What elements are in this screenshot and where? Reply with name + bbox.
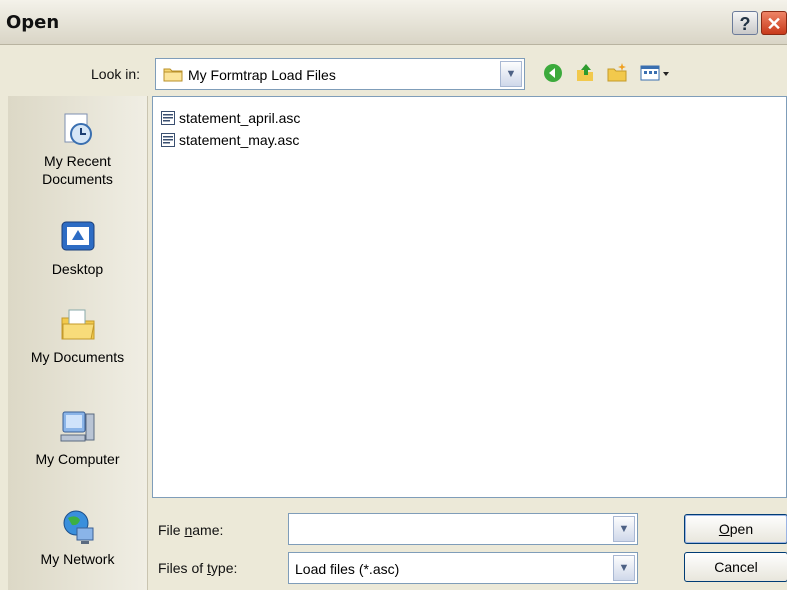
up-folder-icon[interactable] [572, 62, 598, 86]
view-menu-icon[interactable] [638, 62, 674, 86]
desktop-icon [61, 221, 94, 251]
place-my-network[interactable]: My Network [8, 508, 147, 568]
place-my-computer[interactable]: My Computer [8, 408, 147, 468]
file-name: statement_may.asc [179, 132, 300, 148]
file-list[interactable]: statement_april.asc statement_may.asc [152, 96, 787, 498]
places-bar: My Recent Documents Desktop My Documents [8, 96, 148, 590]
place-my-recent-documents[interactable]: My Recent Documents [8, 110, 147, 188]
open-button[interactable]: Open [684, 514, 787, 544]
window-title: Open [6, 12, 60, 33]
back-icon[interactable] [540, 62, 566, 86]
folder-icon [163, 68, 183, 82]
place-label: My Computer [35, 451, 120, 467]
file-type-value: Load files (*.asc) [295, 561, 400, 577]
open-dialog: Open ? ✕ Look in: My Formtrap Load Files… [0, 0, 787, 590]
chevron-down-icon[interactable]: ▼ [500, 61, 522, 87]
file-type-dropdown[interactable]: Load files (*.asc) ▼ [288, 552, 638, 584]
new-folder-icon[interactable] [604, 62, 630, 86]
file-name-label: File name: [158, 522, 224, 538]
file-name: statement_april.asc [179, 110, 301, 126]
my-network-icon [63, 510, 93, 544]
help-icon: ? [739, 14, 751, 34]
recent-documents-icon [64, 113, 92, 145]
my-documents-icon [61, 309, 95, 340]
place-my-documents[interactable]: My Documents [8, 306, 147, 366]
place-label: My Documents [30, 349, 125, 365]
file-name-input[interactable]: ▼ [288, 513, 638, 545]
help-button[interactable]: ? [732, 11, 758, 35]
my-computer-icon [60, 411, 94, 442]
file-type-label: Files of type: [158, 560, 238, 576]
place-label: My Network [40, 551, 115, 567]
place-label: My Recent Documents [42, 153, 113, 187]
look-in-dropdown[interactable]: My Formtrap Load Files ▼ [155, 58, 525, 90]
chevron-down-icon[interactable]: ▼ [613, 555, 635, 581]
file-item[interactable]: statement_april.asc [161, 110, 300, 128]
look-in-label: Look in: [91, 66, 141, 82]
look-in-value: My Formtrap Load Files [188, 67, 336, 83]
cancel-button[interactable]: Cancel [684, 552, 787, 582]
close-icon: ✕ [766, 14, 782, 34]
close-button[interactable]: ✕ [761, 11, 787, 35]
file-item[interactable]: statement_may.asc [161, 132, 299, 150]
chevron-down-icon[interactable]: ▼ [613, 516, 635, 542]
file-icon [161, 111, 175, 125]
place-label: Desktop [51, 261, 104, 277]
title-bar[interactable]: Open ? ✕ [0, 0, 787, 45]
file-icon [161, 133, 175, 147]
place-desktop[interactable]: Desktop [8, 218, 147, 278]
